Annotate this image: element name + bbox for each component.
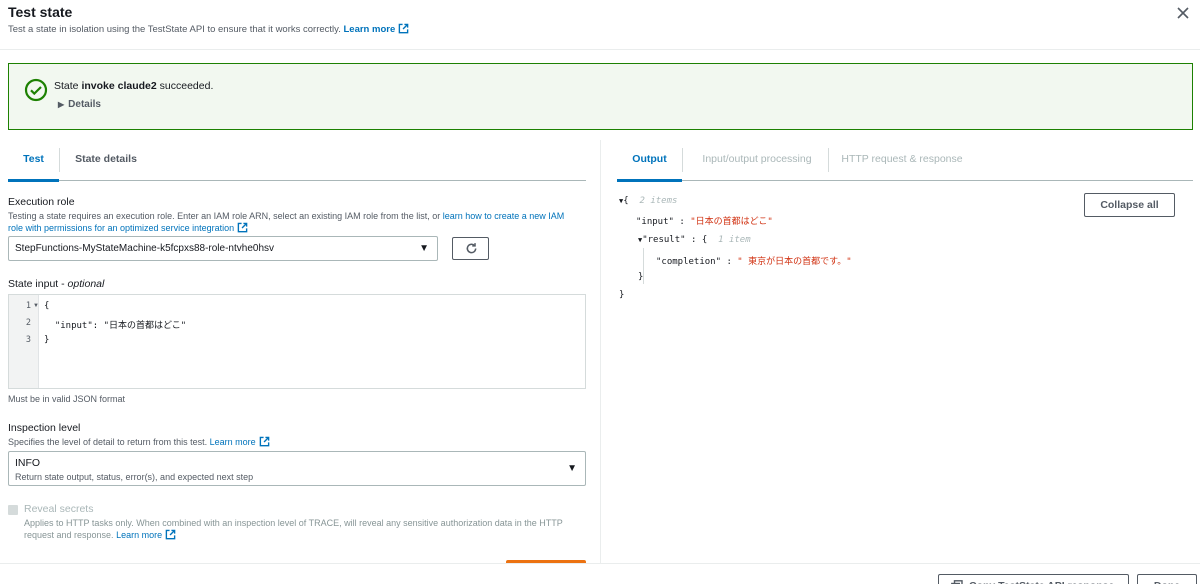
tab-divider	[59, 148, 60, 172]
copy-api-response-label: Copy TestState API response	[969, 575, 1114, 584]
state-input-label-text: State input	[8, 278, 59, 290]
json-colon: :	[685, 235, 702, 245]
json-key: "completion"	[656, 257, 722, 267]
reveal-secrets-description: Applies to HTTP tasks only. When combine…	[24, 517, 584, 541]
details-label: Details	[68, 99, 101, 110]
optional-label: optional	[67, 278, 105, 290]
json-colon: :	[673, 217, 691, 227]
code-line: "input": "日本の首都はどこ"	[44, 321, 187, 331]
details-expander[interactable]: ▶ Details	[58, 99, 101, 110]
json-string-value: " 東京が日本の首都です。"	[737, 257, 852, 267]
external-link-icon[interactable]	[237, 222, 248, 233]
json-result-close: }	[638, 272, 643, 282]
reveal-desc-text-cont: request and response.	[24, 530, 114, 540]
inspection-level-description: Specifies the level of detail to return …	[8, 436, 270, 448]
caret-down-icon: ▼	[419, 243, 429, 254]
tab-divider	[682, 148, 683, 172]
refresh-button[interactable]	[452, 237, 489, 260]
json-result-line: ▼"result" : { 1 item	[638, 235, 751, 245]
json-item-count: 2 items	[639, 196, 678, 206]
inspection-level-value: INFO	[15, 457, 41, 469]
tab-divider	[828, 148, 829, 172]
subtitle-text: Test a state in isolation using the Test…	[8, 24, 341, 35]
tab-test[interactable]: Test	[8, 140, 59, 182]
close-icon[interactable]	[1175, 5, 1191, 21]
state-input-label: State input - optional	[8, 278, 104, 290]
reveal-secrets-checkbox[interactable]	[8, 505, 18, 515]
tab-output[interactable]: Output	[617, 140, 682, 182]
caret-down-icon: ▼	[567, 463, 577, 474]
refresh-icon	[466, 243, 477, 254]
modal-title: Test state	[8, 4, 73, 20]
caret-right-icon: ▶	[58, 100, 65, 109]
inspection-level-value-desc: Return state output, status, error(s), a…	[15, 472, 254, 482]
tab-input-output-processing[interactable]: Input/output processing	[689, 140, 825, 181]
json-completion-line: "completion" : " 東京が日本の首都です。"	[656, 254, 852, 267]
state-input-dash: -	[58, 278, 68, 290]
tab-http-request-response[interactable]: HTTP request & response	[835, 140, 969, 181]
done-button[interactable]: Done	[1137, 574, 1197, 584]
json-brace: }	[619, 290, 625, 300]
reveal-secrets-label: Reveal secrets	[24, 503, 94, 515]
json-key: "result"	[642, 235, 686, 245]
success-check-icon	[24, 78, 48, 102]
json-key: "input"	[636, 217, 674, 227]
collapse-all-button[interactable]: Collapse all	[1084, 193, 1175, 217]
success-message: State invoke claude2 succeeded.	[54, 80, 213, 92]
line-number: 2	[25, 318, 31, 328]
external-link-icon[interactable]	[259, 436, 270, 447]
panel-divider	[600, 140, 601, 564]
json-root-line: ▼{ 2 items	[619, 196, 677, 206]
json-item-count: 1 item	[718, 235, 751, 245]
right-tabs: Output Input/output processing HTTP requ…	[617, 140, 1193, 182]
left-tabs: Test State details	[8, 140, 586, 182]
modal-header: Test state Test a state in isolation usi…	[0, 0, 1200, 50]
fold-caret-icon[interactable]: ▼	[33, 303, 39, 309]
inspection-desc-text: Specifies the level of detail to return …	[8, 437, 208, 447]
external-link-icon[interactable]	[398, 23, 409, 34]
json-brace: {	[701, 235, 708, 245]
success-prefix: State	[54, 80, 82, 92]
state-input-hint: Must be in valid JSON format	[8, 394, 126, 404]
inspection-level-label: Inspection level	[8, 422, 81, 434]
execution-role-desc-text: Testing a state requires an execution ro…	[8, 211, 443, 221]
success-alert: State invoke claude2 succeeded. ▶ Details	[8, 63, 1193, 130]
learn-more-link[interactable]: Learn more	[343, 24, 395, 35]
execution-role-select[interactable]: StepFunctions-MyStateMachine-k5fcpxs88-r…	[8, 236, 438, 261]
line-number: 1	[25, 301, 31, 311]
create-iam-role-link-cont[interactable]: role with permissions for an optimized s…	[8, 223, 234, 233]
execution-role-label: Execution role	[8, 196, 75, 208]
reveal-learn-more-link[interactable]: Learn more	[116, 530, 162, 540]
code-line: {	[44, 301, 50, 311]
external-link-icon[interactable]	[165, 529, 176, 540]
inspection-level-select[interactable]: INFO Return state output, status, error(…	[8, 451, 586, 486]
tab-state-details[interactable]: State details	[64, 140, 148, 181]
inspection-learn-more-link[interactable]: Learn more	[210, 437, 256, 447]
json-brace: }	[638, 272, 644, 282]
execution-role-value: StepFunctions-MyStateMachine-k5fcpxs88-r…	[15, 243, 275, 254]
copy-api-response-button[interactable]: Copy TestState API response	[938, 574, 1129, 584]
success-suffix: succeeded.	[156, 80, 214, 92]
line-number: 3	[25, 335, 31, 345]
editor-gutter: 1 ▼ 2 3	[9, 295, 39, 388]
modal-subtitle: Test a state in isolation using the Test…	[8, 23, 409, 35]
json-string-value: "日本の首都はどこ"	[690, 217, 773, 227]
modal-footer: Copy TestState API response Done	[0, 563, 1200, 584]
create-iam-role-link[interactable]: learn how to create a new IAM	[443, 211, 565, 221]
json-colon: :	[721, 257, 738, 267]
execution-role-description: Testing a state requires an execution ro…	[8, 210, 583, 234]
json-brace: {	[623, 196, 629, 206]
state-name: invoke claude2	[81, 80, 157, 92]
copy-icon	[951, 580, 963, 584]
code-line: }	[44, 335, 50, 345]
state-input-editor[interactable]: 1 ▼ 2 3 { "input": "日本の首都はどこ" }	[8, 294, 586, 389]
json-input-line: "input" : "日本の首都はどこ"	[636, 214, 773, 227]
reveal-desc-text: Applies to HTTP tasks only. When combine…	[24, 518, 563, 528]
json-root-close: }	[619, 290, 624, 300]
